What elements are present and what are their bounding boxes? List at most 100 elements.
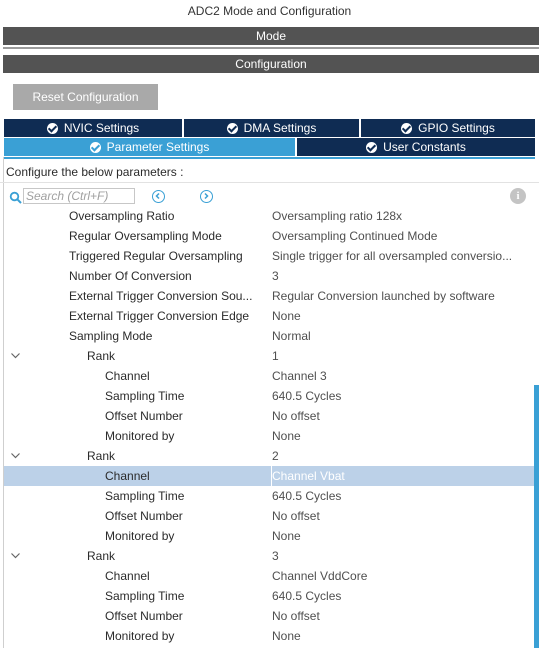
param-value[interactable]: None: [272, 429, 532, 443]
param-row[interactable]: Sampling Time 640.5 Cycles: [4, 386, 534, 406]
tab-label: NVIC Settings: [63, 121, 140, 135]
parameter-grid: Oversampling Ratio Oversampling ratio 12…: [4, 206, 534, 648]
param-row[interactable]: Offset Number No offset: [4, 506, 534, 526]
param-row[interactable]: Monitored by None: [4, 426, 534, 446]
param-value[interactable]: Normal: [272, 329, 532, 343]
param-value[interactable]: No offset: [272, 609, 532, 623]
param-row[interactable]: Offset Number No offset: [4, 406, 534, 426]
tab-user-constants[interactable]: User Constants: [297, 138, 535, 156]
rank-group-row[interactable]: Rank 1: [4, 346, 534, 366]
chevron-right-icon: [204, 192, 209, 200]
param-value[interactable]: No offset: [272, 409, 532, 423]
param-value: 2: [272, 449, 279, 463]
param-value[interactable]: None: [272, 529, 532, 543]
check-circle-icon: [46, 122, 58, 134]
param-row[interactable]: Channel Channel 3: [4, 366, 534, 386]
configure-instructions: Configure the below parameters :: [6, 165, 184, 179]
param-value[interactable]: 640.5 Cycles: [272, 589, 532, 603]
param-name: Offset Number: [105, 609, 183, 623]
param-name: Channel: [105, 469, 150, 483]
rank-group-row[interactable]: Rank 3: [4, 546, 534, 566]
param-value: 3: [272, 549, 279, 563]
param-name: Rank: [87, 449, 116, 463]
param-value[interactable]: 3: [272, 269, 532, 283]
param-row[interactable]: Regular Oversampling Mode Oversampling C…: [4, 226, 534, 246]
param-name: External Trigger Conversion Sou...: [69, 289, 253, 303]
param-value[interactable]: Channel Vbat: [272, 469, 532, 483]
tab-underline: [4, 157, 535, 159]
param-name: Triggered Regular Oversampling: [69, 249, 243, 263]
divider: [3, 47, 539, 49]
param-name: Monitored by: [105, 429, 175, 443]
chevron-down-icon[interactable]: [10, 350, 21, 361]
param-name: Offset Number: [105, 509, 183, 523]
tab-gpio-settings[interactable]: GPIO Settings: [361, 119, 535, 137]
param-value[interactable]: Oversampling ratio 128x: [272, 209, 532, 223]
mode-section-bar[interactable]: Mode: [3, 27, 539, 45]
tab-label: GPIO Settings: [418, 121, 495, 135]
param-name: Channel: [105, 369, 150, 383]
param-name: Sampling Time: [105, 589, 185, 603]
param-value[interactable]: Single trigger for all oversampled conve…: [272, 249, 532, 263]
rank-group-row[interactable]: Rank 2: [4, 446, 534, 466]
param-row[interactable]: External Trigger Conversion Sou... Regul…: [4, 286, 534, 306]
param-name: Number Of Conversion: [69, 269, 192, 283]
info-icon[interactable]: i: [510, 188, 526, 204]
tab-dma-settings[interactable]: DMA Settings: [184, 119, 359, 137]
param-row[interactable]: Sampling Time 640.5 Cycles: [4, 586, 534, 606]
param-value[interactable]: 640.5 Cycles: [272, 489, 532, 503]
param-row[interactable]: Sampling Time 640.5 Cycles: [4, 486, 534, 506]
param-row[interactable]: External Trigger Conversion Edge None: [4, 306, 534, 326]
param-value[interactable]: 640.5 Cycles: [272, 389, 532, 403]
reset-configuration-button[interactable]: Reset Configuration: [13, 84, 158, 110]
param-row[interactable]: Number Of Conversion 3: [4, 266, 534, 286]
param-value[interactable]: Oversampling Continued Mode: [272, 229, 532, 243]
check-circle-icon: [89, 141, 101, 153]
param-row[interactable]: Monitored by None: [4, 526, 534, 546]
check-circle-icon: [401, 122, 413, 134]
tab-label: User Constants: [383, 140, 466, 154]
search-previous-button[interactable]: [152, 190, 165, 203]
param-row[interactable]: Sampling Mode Normal: [4, 326, 534, 346]
param-value[interactable]: Channel VddCore: [272, 569, 532, 583]
chevron-down-icon[interactable]: [10, 450, 21, 461]
tab-label: Parameter Settings: [106, 140, 210, 154]
divider: [0, 182, 539, 183]
configuration-section-bar[interactable]: Configuration: [3, 55, 539, 73]
param-name: Channel: [105, 569, 150, 583]
search-input[interactable]: [23, 188, 135, 204]
search-next-button[interactable]: [200, 190, 213, 203]
param-row-selected[interactable]: Channel Channel Vbat: [4, 466, 534, 486]
param-name: Sampling Mode: [69, 329, 153, 343]
chevron-down-icon[interactable]: [10, 550, 21, 561]
param-name: Sampling Time: [105, 489, 185, 503]
param-name: External Trigger Conversion Edge: [69, 309, 250, 323]
vertical-scrollbar[interactable]: [534, 385, 539, 648]
param-value[interactable]: Channel 3: [272, 369, 532, 383]
tab-nvic-settings[interactable]: NVIC Settings: [4, 119, 182, 137]
param-row[interactable]: Offset Number No offset: [4, 606, 534, 626]
param-row[interactable]: Monitored by None: [4, 626, 534, 646]
search-icon[interactable]: [9, 191, 23, 205]
param-name: Regular Oversampling Mode: [69, 229, 222, 243]
check-circle-icon: [366, 141, 378, 153]
check-circle-icon: [226, 122, 238, 134]
param-value[interactable]: Regular Conversion launched by software: [272, 289, 532, 303]
param-name: Offset Number: [105, 409, 183, 423]
chevron-left-icon: [155, 192, 160, 200]
param-row[interactable]: Channel Channel VddCore: [4, 566, 534, 586]
param-name: Rank: [87, 349, 116, 363]
param-value[interactable]: No offset: [272, 509, 532, 523]
param-name: Oversampling Ratio: [69, 209, 175, 223]
tab-label: DMA Settings: [243, 121, 317, 135]
param-value[interactable]: None: [272, 629, 532, 643]
param-name: Sampling Time: [105, 389, 185, 403]
param-row[interactable]: Oversampling Ratio Oversampling ratio 12…: [4, 206, 534, 226]
tab-parameter-settings[interactable]: Parameter Settings: [4, 138, 295, 156]
window-title: ADC2 Mode and Configuration: [187, 4, 352, 18]
param-name: Monitored by: [105, 529, 175, 543]
param-name: Rank: [87, 549, 116, 563]
param-row[interactable]: Triggered Regular Oversampling Single tr…: [4, 246, 534, 266]
param-value[interactable]: None: [272, 309, 532, 323]
param-name: Monitored by: [105, 629, 175, 643]
